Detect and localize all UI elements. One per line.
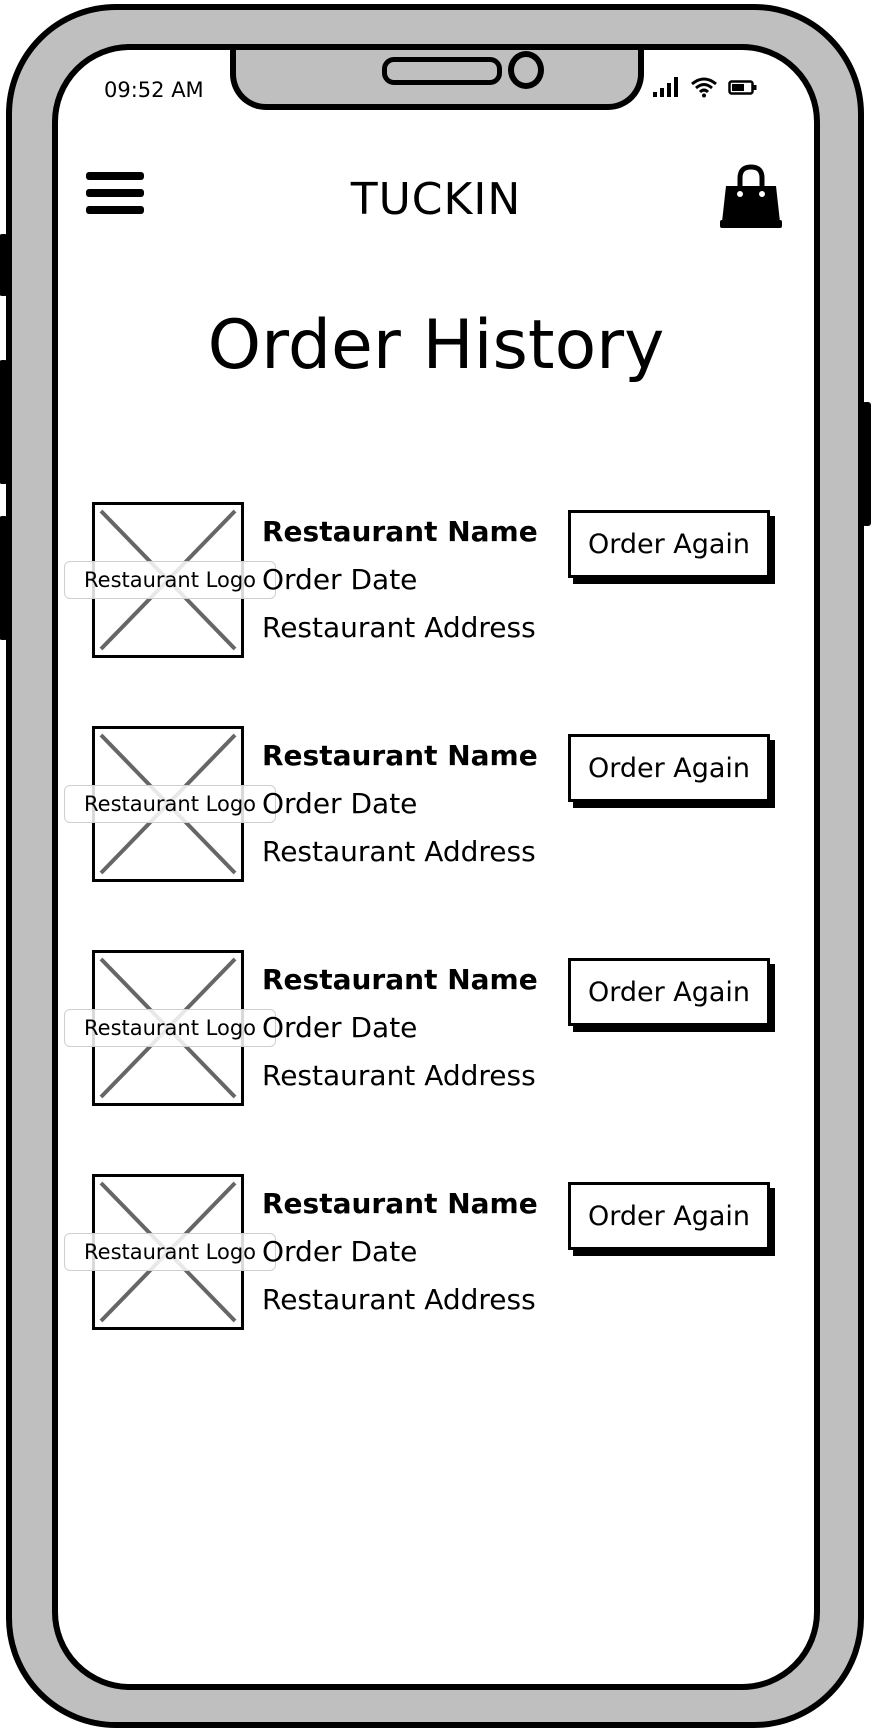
order-info: Restaurant Name Order Date Restaurant Ad…	[262, 1180, 538, 1324]
restaurant-logo-label: Restaurant Logo	[64, 785, 276, 823]
restaurant-name: Restaurant Name	[262, 515, 538, 548]
order-date: Order Date	[262, 787, 418, 820]
order-item: Restaurant Logo Restaurant Name Order Da…	[64, 950, 792, 1174]
side-button-power	[862, 402, 871, 526]
wifi-icon	[691, 77, 717, 98]
order-item: Restaurant Logo Restaurant Name Order Da…	[64, 1174, 792, 1398]
app-title: TUCKIN	[350, 174, 522, 225]
signal-icon	[653, 77, 678, 97]
side-button-volume-up	[0, 360, 8, 484]
status-icons	[652, 76, 758, 98]
speaker-grille	[382, 57, 502, 85]
phone-screen: 09:52 AM TUCKIN Order History Restaurant…	[52, 44, 820, 1690]
restaurant-logo-label: Restaurant Logo	[64, 561, 276, 599]
restaurant-logo-placeholder: Restaurant Logo	[64, 950, 276, 1106]
order-date: Order Date	[262, 1235, 418, 1268]
page-title: Order History	[207, 306, 665, 385]
side-button-mute	[0, 234, 8, 296]
restaurant-address: Restaurant Address	[262, 835, 536, 868]
order-again-button[interactable]: Order Again	[568, 734, 770, 802]
order-info: Restaurant Name Order Date Restaurant Ad…	[262, 508, 538, 652]
order-date: Order Date	[262, 563, 418, 596]
restaurant-name: Restaurant Name	[262, 739, 538, 772]
notch	[230, 50, 644, 110]
order-date: Order Date	[262, 1011, 418, 1044]
order-again-button[interactable]: Order Again	[568, 510, 770, 578]
side-button-volume-down	[0, 516, 8, 640]
order-item: Restaurant Logo Restaurant Name Order Da…	[64, 726, 792, 950]
restaurant-logo-placeholder: Restaurant Logo	[64, 726, 276, 882]
restaurant-logo-label: Restaurant Logo	[64, 1009, 276, 1047]
battery-icon	[728, 80, 757, 95]
status-time: 09:52 AM	[104, 78, 204, 102]
restaurant-name: Restaurant Name	[262, 1187, 538, 1220]
order-info: Restaurant Name Order Date Restaurant Ad…	[262, 956, 538, 1100]
shopping-bag-icon[interactable]	[718, 164, 784, 230]
order-item: Restaurant Logo Restaurant Name Order Da…	[64, 502, 792, 726]
restaurant-address: Restaurant Address	[262, 1059, 536, 1092]
restaurant-logo-placeholder: Restaurant Logo	[64, 1174, 276, 1330]
restaurant-address: Restaurant Address	[262, 611, 536, 644]
restaurant-name: Restaurant Name	[262, 963, 538, 996]
order-list: Restaurant Logo Restaurant Name Order Da…	[64, 502, 792, 1398]
restaurant-logo-label: Restaurant Logo	[64, 1233, 276, 1271]
restaurant-address: Restaurant Address	[262, 1283, 536, 1316]
front-camera	[508, 51, 544, 89]
order-info: Restaurant Name Order Date Restaurant Ad…	[262, 732, 538, 876]
restaurant-logo-placeholder: Restaurant Logo	[64, 502, 276, 658]
order-again-button[interactable]: Order Again	[568, 958, 770, 1026]
order-again-button[interactable]: Order Again	[568, 1182, 770, 1250]
